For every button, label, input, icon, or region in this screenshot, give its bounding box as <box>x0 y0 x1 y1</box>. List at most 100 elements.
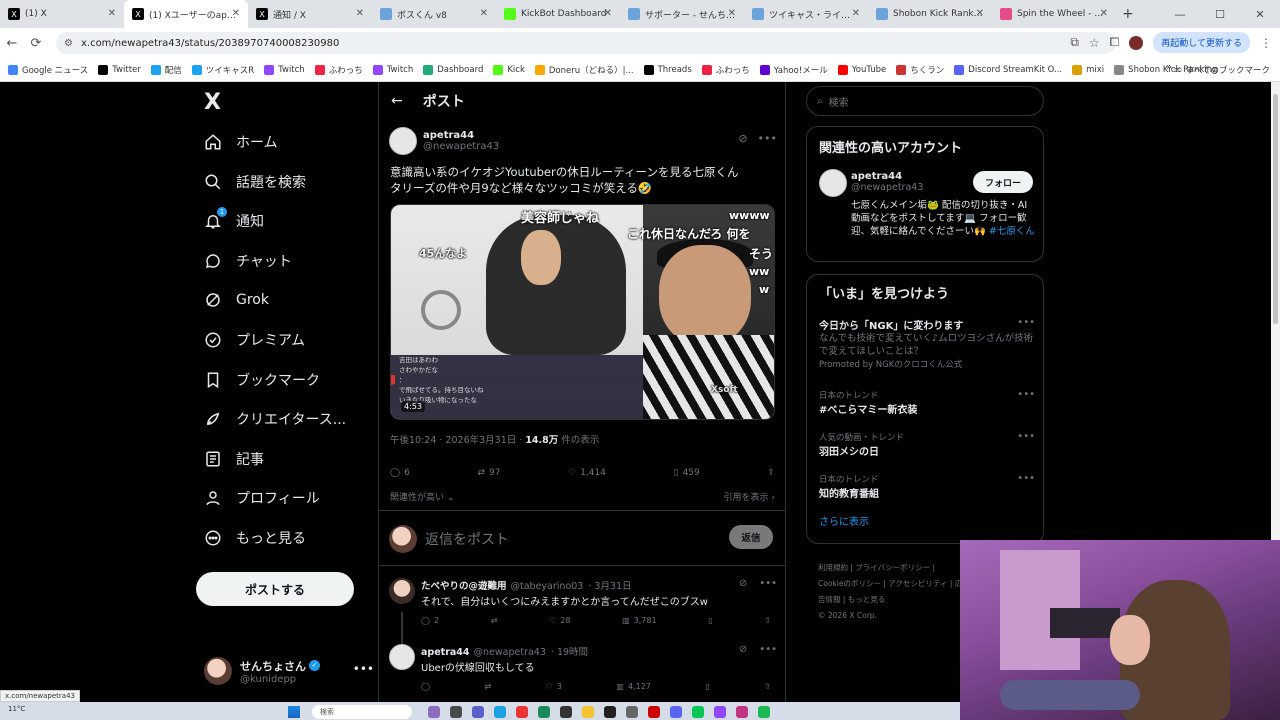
bookmark-item[interactable]: Doneru（どねる）|... <box>534 64 634 76</box>
scrollbar-thumb[interactable] <box>1273 94 1278 324</box>
close-tab-icon[interactable]: ✕ <box>604 8 612 19</box>
nav-item-home[interactable]: ホーム <box>204 127 278 157</box>
nav-item-grok[interactable]: Grok <box>204 285 269 315</box>
obs-icon[interactable] <box>604 706 616 718</box>
browser-tab[interactable]: サポーター - せんちょさん✕ <box>620 0 744 28</box>
like-action[interactable]: ♡ 3 <box>546 682 562 691</box>
back-arrow-icon[interactable]: ← <box>0 36 24 51</box>
chrome-icon[interactable] <box>516 706 528 718</box>
nav-item-bell[interactable]: 1 通知 <box>204 206 264 236</box>
windows-start-icon[interactable] <box>288 706 300 718</box>
close-tab-icon[interactable]: ✕ <box>728 8 736 19</box>
related-handle[interactable]: @newapetra43 <box>851 182 923 193</box>
reply-button[interactable]: 返信 <box>729 525 773 549</box>
bookmark-item[interactable]: Threads <box>643 64 692 75</box>
minimize-icon[interactable]: — <box>1160 8 1200 21</box>
relaunch-button[interactable]: 再起動して更新する <box>1153 32 1250 53</box>
maximize-icon[interactable]: ☐ <box>1200 8 1240 21</box>
extensions-icon[interactable]: ⧠ <box>1110 35 1120 50</box>
grok-icon[interactable]: ⊘ <box>739 578 747 589</box>
discord-icon[interactable] <box>670 706 682 718</box>
close-tab-icon[interactable]: ✕ <box>232 8 240 19</box>
browser-tab[interactable]: ボスくん v8 ✕ <box>372 0 496 28</box>
more-dots-icon[interactable]: ••• <box>1017 431 1035 442</box>
browser-tab[interactable]: Shobon Kick Ranking ✕ <box>868 0 992 28</box>
bookmark-item[interactable]: ツイキャスR <box>191 64 254 76</box>
bookmark-item[interactable]: Dashboard <box>423 64 483 75</box>
bookmark-item[interactable]: Yahoo!メール <box>759 64 828 76</box>
nav-item-more-circle[interactable]: もっと見る <box>204 523 306 553</box>
post-video[interactable]: 美容師じゃね 45んなよ wwww これ休日なんだろ 何を そう ww w Xs… <box>390 204 775 420</box>
close-tab-icon[interactable]: ✕ <box>356 8 364 19</box>
trend-item[interactable]: 人気の動画・トレンド 羽田メシの日 ••• <box>819 431 1035 458</box>
browser-tab[interactable]: ツイキャス・ライブでつな✕ <box>744 0 868 28</box>
nav-item-premium[interactable]: プレミアム <box>204 325 305 355</box>
bookmark-action[interactable]: ▯ <box>708 616 712 625</box>
author-handle[interactable]: @newapetra43 <box>423 141 499 152</box>
bookmark-item[interactable]: mixi <box>1072 64 1104 75</box>
show-more-link[interactable]: さらに表示 <box>819 513 869 528</box>
reply-item[interactable]: apetra44 @newapetra43 · 19時間 Uberの伏線回収もして… <box>389 644 777 700</box>
app-icon[interactable] <box>538 706 550 718</box>
more-dots-icon[interactable]: ••• <box>1017 389 1035 400</box>
footer-link[interactable]: もっと見る <box>848 595 886 604</box>
like-action[interactable]: ♡ 28 <box>549 616 570 625</box>
browser-tab[interactable]: X (1) X ✕ <box>0 0 124 28</box>
repost-action[interactable]: ⇄ 97 <box>477 468 500 478</box>
reply-action[interactable]: ◯ <box>421 682 430 691</box>
browser-tab[interactable]: KickBot Dashboard ✕ <box>496 0 620 28</box>
nav-item-profile[interactable]: プロフィール <box>204 483 320 513</box>
reply-avatar[interactable] <box>389 578 415 604</box>
line-icon[interactable] <box>692 706 704 718</box>
browser-tab[interactable]: X (1) Xユーザーのapetra4✕ <box>124 0 248 28</box>
close-tab-icon[interactable]: ✕ <box>852 8 860 19</box>
reply-action[interactable]: ◯ 6 <box>390 468 410 478</box>
twitch-icon[interactable] <box>714 706 726 718</box>
trend-item[interactable]: 今日から「NGK」に変わります なんでも技術で変えていく♪ムロツヨシさんが技術で… <box>819 317 1035 370</box>
bookmark-item[interactable]: YouTube <box>837 64 886 75</box>
views-action[interactable]: ▥ 4,127 <box>616 682 650 691</box>
more-dots-icon[interactable]: ••• <box>1017 317 1035 328</box>
new-tab-button[interactable]: + <box>1122 6 1134 22</box>
close-tab-icon[interactable]: ✕ <box>480 8 488 19</box>
app-icon[interactable] <box>428 706 440 718</box>
bookmark-item[interactable]: Twitch <box>372 64 413 75</box>
bookmark-item[interactable]: Twitch <box>264 64 305 75</box>
author-name[interactable]: apetra44 <box>423 130 499 141</box>
bookmark-action[interactable]: ▯ <box>705 682 709 691</box>
site-info-icon[interactable]: ⚙ <box>64 38 73 49</box>
reply-author-handle[interactable]: @newapetra43 <box>474 647 546 658</box>
bookmark-item[interactable]: 配信 <box>150 64 182 76</box>
hashtag-link[interactable]: #七原くん <box>989 226 1035 237</box>
spotify-icon[interactable] <box>758 706 770 718</box>
reload-icon[interactable]: ⟳ <box>24 36 48 51</box>
repost-action[interactable]: ⇄ <box>491 616 498 625</box>
close-tab-icon[interactable]: ✕ <box>108 8 116 19</box>
share-action[interactable]: ⇧ <box>764 616 771 625</box>
bookmark-item[interactable]: ふわっち <box>314 64 363 76</box>
weather-widget[interactable]: 11°C <box>8 705 25 713</box>
bookmark-item[interactable]: Discord StreamKit O... <box>954 64 1062 75</box>
all-bookmarks[interactable]: ▭ すべてのブックマーク <box>1174 58 1270 82</box>
app-icon[interactable] <box>648 706 660 718</box>
browser-tab[interactable]: X 通知 / X ✕ <box>248 0 372 28</box>
install-app-icon[interactable]: ⧉ <box>1070 35 1079 50</box>
view-quotes-link[interactable]: 引用を表示 › <box>724 490 775 503</box>
share-action[interactable]: ⇧ <box>767 468 775 478</box>
trend-item[interactable]: 日本のトレンド 知的教育番組 ••• <box>819 473 1035 500</box>
instagram-icon[interactable] <box>736 706 748 718</box>
reply-author-handle[interactable]: @tabeyarino03 <box>511 581 584 592</box>
bookmark-item[interactable]: Twitter <box>98 64 141 75</box>
more-dots-icon[interactable]: ••• <box>758 132 777 145</box>
related-avatar[interactable] <box>819 169 847 197</box>
more-dots-icon[interactable]: ••• <box>759 644 777 655</box>
nav-item-article[interactable]: 記事 <box>204 444 264 474</box>
sort-dropdown[interactable]: 関連性が高い ⌄ <box>390 493 454 503</box>
app-icon[interactable] <box>494 706 506 718</box>
share-action[interactable]: ⇧ <box>764 682 771 691</box>
app-icon[interactable] <box>450 706 462 718</box>
browser-tab[interactable]: Spin the Wheel - Fre ✕ <box>992 0 1116 28</box>
x-logo[interactable]: X <box>204 90 221 115</box>
close-tab-icon[interactable]: ✕ <box>976 8 984 19</box>
reply-time[interactable]: · 19時間 <box>551 647 588 658</box>
